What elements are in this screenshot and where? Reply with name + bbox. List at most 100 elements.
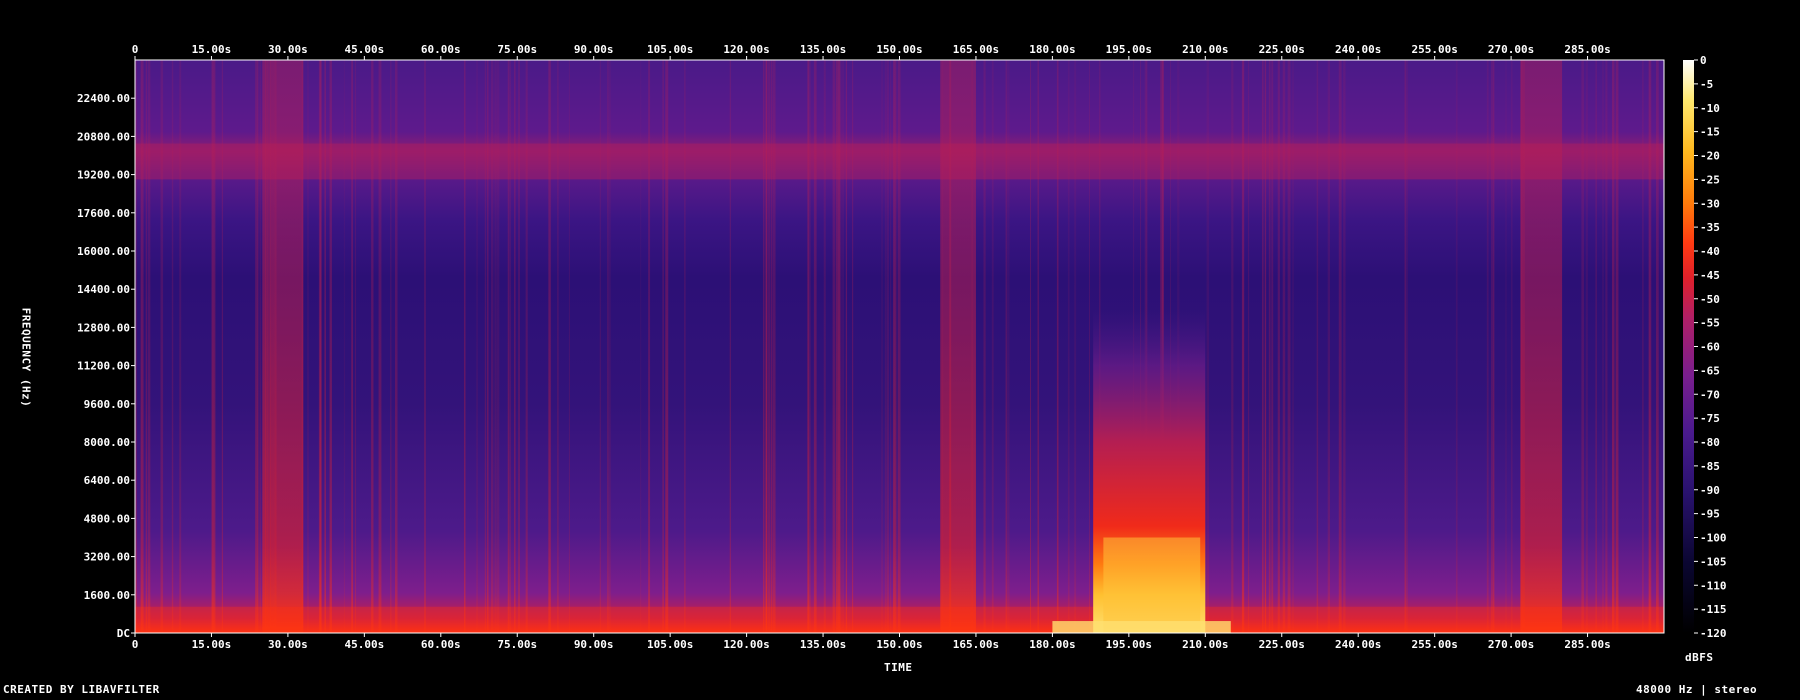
stripe [1262, 60, 1264, 633]
stripe [476, 60, 478, 633]
stripe [1486, 60, 1489, 633]
stripe [1615, 60, 1619, 633]
stripe [390, 60, 392, 633]
colorbar-tick-label: -40 [1700, 245, 1720, 258]
x-tick-label-top: 75.00s [497, 43, 537, 56]
loud-band [1521, 60, 1563, 633]
colorbar-tick-label: 0 [1700, 54, 1707, 67]
y-tick-label: 3200.00 [84, 551, 130, 564]
stripe [665, 60, 669, 633]
stripe [765, 60, 768, 633]
stripe [1493, 60, 1495, 633]
stripe [1248, 60, 1250, 633]
stripe [424, 60, 426, 633]
colorbar-tick-label: -45 [1700, 269, 1720, 282]
x-tick-label-bottom: 210.00s [1182, 638, 1228, 651]
stripe [763, 60, 765, 633]
colorbar-tick-label: -70 [1700, 388, 1720, 401]
stripe [852, 60, 854, 633]
x-tick-label-top: 210.00s [1182, 43, 1228, 56]
x-tick-label-bottom: 135.00s [800, 638, 846, 651]
x-tick-label-bottom: 45.00s [344, 638, 384, 651]
stripe [1074, 60, 1077, 633]
colorbar-tick-label: -85 [1700, 460, 1720, 473]
stripe [1006, 60, 1010, 633]
stripe [557, 60, 559, 633]
x-tick-label-top: 105.00s [647, 43, 693, 56]
stripe [568, 60, 570, 633]
stripe [845, 60, 848, 633]
colorbar-tick-label: -50 [1700, 293, 1720, 306]
colorbar-tick-label: -5 [1700, 78, 1713, 91]
stripe [1089, 60, 1090, 633]
colorbar-tick-label: -95 [1700, 508, 1720, 521]
y-tick-label: 22400.00 [77, 92, 130, 105]
y-tick-label: 1600.00 [84, 589, 130, 602]
y-tick-label: 16000.00 [77, 245, 130, 258]
stripe [729, 60, 731, 633]
stripe [140, 60, 144, 633]
colorbar-tick-label: -20 [1700, 150, 1720, 163]
stripe [378, 60, 382, 633]
y-tick-label: DC [117, 627, 130, 640]
stripe [318, 60, 322, 633]
stripe [1605, 60, 1608, 633]
stripe [261, 60, 263, 633]
stripe [1292, 60, 1294, 633]
stripe [145, 60, 148, 633]
stripe [1505, 60, 1507, 633]
x-tick-label-bottom: 30.00s [268, 638, 308, 651]
y-tick-label: 11200.00 [77, 360, 130, 373]
stripe [548, 60, 551, 633]
x-tick-label-top: 15.00s [192, 43, 232, 56]
stripe [1595, 60, 1597, 633]
stripe [1405, 60, 1408, 633]
colorbar-tick-label: -25 [1700, 173, 1720, 186]
stripe [324, 60, 326, 633]
stripe [1316, 60, 1319, 633]
stripe [179, 60, 182, 633]
stripe [487, 60, 489, 633]
x-tick-label-bottom: 255.00s [1411, 638, 1457, 651]
x-tick-label-top: 165.00s [953, 43, 999, 56]
x-tick-label-top: 240.00s [1335, 43, 1381, 56]
x-tick-label-top: 45.00s [344, 43, 384, 56]
stripe [809, 60, 811, 633]
stripe [991, 60, 994, 633]
x-tick-label-top: 30.00s [268, 43, 308, 56]
y-tick-label: 8000.00 [84, 436, 130, 449]
stripe [890, 60, 892, 633]
footer-format: 48000 Hz | stereo [1636, 683, 1758, 696]
stripe [684, 60, 686, 633]
stripe [1511, 60, 1513, 633]
x-tick-label-bottom: 15.00s [192, 638, 232, 651]
x-tick-label-bottom: 225.00s [1259, 638, 1305, 651]
stripe [1277, 60, 1280, 633]
spectrogram-image [135, 60, 1664, 633]
colorbar-tick-label: -105 [1700, 555, 1727, 568]
stripe [1231, 60, 1234, 633]
x-axis-title: TIME [884, 661, 913, 674]
colorbar-tick-label: -80 [1700, 436, 1720, 449]
x-tick-label-top: 90.00s [574, 43, 614, 56]
stripe [1271, 60, 1274, 633]
stripe [160, 60, 164, 633]
x-tick-label-top: 255.00s [1411, 43, 1457, 56]
colorbar-tick-label: -90 [1700, 484, 1720, 497]
colorbar-tick-label: -15 [1700, 126, 1720, 139]
stripe [351, 60, 353, 633]
stripe [147, 60, 151, 633]
stripe [171, 60, 174, 633]
stripe [514, 60, 516, 633]
stripe [1030, 60, 1032, 633]
colorbar-tick-label: -120 [1700, 627, 1727, 640]
x-tick-label-bottom: 105.00s [647, 638, 693, 651]
x-tick-label-bottom: 75.00s [497, 638, 537, 651]
y-tick-label: 9600.00 [84, 398, 130, 411]
stripe [260, 60, 261, 633]
x-tick-label-top: 225.00s [1259, 43, 1305, 56]
low-freq-glow [135, 606, 1664, 633]
stripe [518, 60, 520, 633]
x-axis-bottom: 0 15.00s 30.00s 45.00s 60.00s 75.00s 90.00s 105… [132, 633, 1611, 651]
stripe [1649, 60, 1652, 633]
